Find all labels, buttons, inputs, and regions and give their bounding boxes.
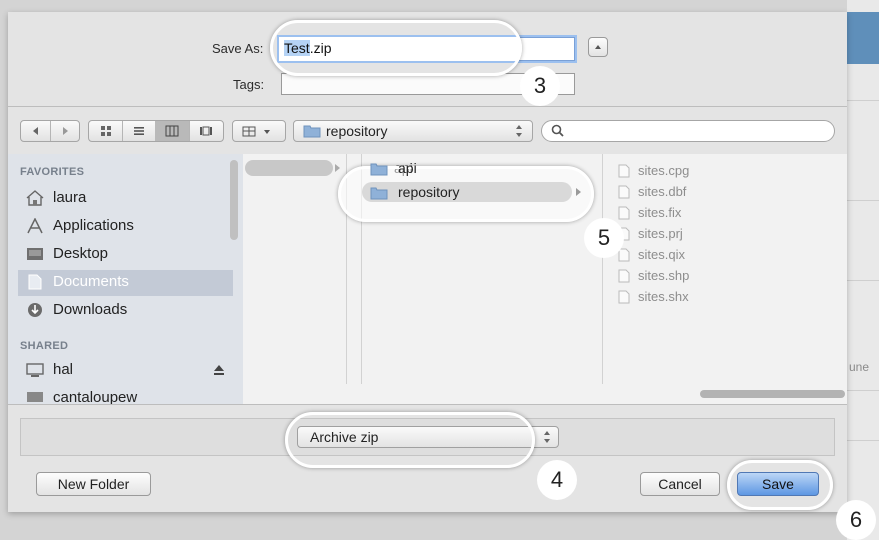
- updown-icon: [516, 125, 522, 137]
- location-popup[interactable]: repository: [293, 120, 533, 142]
- sidebar-item-downloads[interactable]: Downloads: [18, 298, 233, 324]
- folder-label: api: [398, 160, 417, 176]
- location-label: repository: [326, 123, 388, 139]
- file-label: sites.dbf: [638, 184, 687, 199]
- divider: [8, 404, 847, 405]
- file-icon: [618, 206, 630, 220]
- highlight-save: [727, 460, 833, 510]
- column-view-icon: [165, 125, 179, 137]
- chevron-up-icon: [595, 45, 601, 49]
- sidebar-item-applications[interactable]: Applications: [18, 214, 233, 240]
- back-arrow-icon: [32, 127, 38, 135]
- sidebar-item-label: Downloads: [53, 301, 128, 318]
- sidebar-item-laura[interactable]: laura: [18, 186, 233, 212]
- sidebar-item-label: cantaloupew: [53, 389, 138, 404]
- disclosure-arrow-icon: [576, 188, 581, 196]
- collapse-button[interactable]: [588, 37, 608, 57]
- sidebar-item-desktop[interactable]: Desktop: [18, 242, 233, 268]
- coverflow-icon: [200, 126, 212, 136]
- computer-icon: [27, 392, 43, 402]
- divider: [847, 440, 879, 441]
- sidebar-item-label: laura: [53, 189, 87, 206]
- folder-label: repository: [398, 184, 460, 200]
- folder-icon: [303, 125, 321, 138]
- eject-icon[interactable]: [212, 363, 226, 377]
- tags-label: Tags:: [233, 77, 265, 92]
- selected-row: [245, 160, 333, 176]
- updown-icon: [544, 431, 550, 443]
- icon-view-button[interactable]: [89, 121, 123, 141]
- desktop-icon: [27, 248, 43, 260]
- callout-4: 4: [537, 460, 577, 500]
- coverflow-view-button[interactable]: [189, 121, 223, 141]
- file-label: sites.fix: [638, 205, 682, 220]
- new-folder-button[interactable]: New Folder: [36, 472, 151, 496]
- forward-button[interactable]: [50, 121, 79, 141]
- divider: [847, 390, 879, 391]
- callout-3: 3: [520, 66, 560, 106]
- sidebar-scrollbar[interactable]: [230, 160, 238, 240]
- background-text: une: [849, 360, 870, 374]
- divider: [8, 106, 847, 107]
- computer-icon: [26, 363, 44, 377]
- file-icon: [618, 164, 630, 178]
- sidebar-item-label: hal: [53, 361, 74, 378]
- selected-folder-row: [362, 182, 572, 202]
- sidebar-item-label: Applications: [53, 217, 134, 234]
- sidebar-item-label: Desktop: [53, 245, 109, 262]
- background-header: [847, 12, 879, 64]
- forward-arrow-icon: [62, 127, 68, 135]
- divider: [847, 280, 879, 281]
- file-label: sites.shx: [638, 289, 689, 304]
- sidebar-item-hal[interactable]: hal: [18, 358, 233, 384]
- home-icon: [26, 190, 44, 206]
- back-button[interactable]: [21, 121, 51, 141]
- favorites-header: FAVORITES: [20, 166, 85, 178]
- sidebar: FAVORITES laura Applications Desktop Doc…: [8, 154, 243, 404]
- file-icon: [618, 290, 630, 304]
- downloads-icon: [28, 303, 42, 317]
- file-label: sites.cpg: [638, 163, 690, 178]
- file-label: sites.qix: [638, 247, 685, 262]
- background-window: une: [847, 0, 879, 540]
- save-as-text: Test.zip: [279, 37, 519, 61]
- icon-view-icon: [100, 126, 111, 136]
- file-label: sites.prj: [638, 226, 683, 241]
- documents-icon: [28, 274, 42, 290]
- disclosure-arrow-icon: [335, 164, 340, 172]
- sidebar-item-label: Documents: [53, 273, 129, 290]
- file-label: sites.shp: [638, 268, 690, 283]
- back-forward-control: [20, 120, 80, 142]
- callout-5: 5: [584, 218, 624, 258]
- sidebar-item-cantaloupew[interactable]: cantaloupew: [18, 386, 233, 404]
- file-icon: [618, 269, 630, 283]
- divider: [847, 100, 879, 101]
- callout-6: 6: [836, 500, 876, 540]
- horizontal-scrollbar[interactable]: [700, 390, 845, 398]
- shared-header: SHARED: [20, 340, 69, 352]
- save-as-label: Save As:: [212, 41, 264, 56]
- highlight-format: [285, 412, 535, 468]
- search-icon: [551, 124, 564, 137]
- sidebar-item-documents[interactable]: Documents: [18, 270, 233, 296]
- cancel-button[interactable]: Cancel: [640, 472, 720, 496]
- folder-icon: [370, 187, 388, 200]
- view-mode-control: [88, 120, 224, 142]
- applications-icon: [27, 218, 43, 234]
- column-view-button[interactable]: [155, 121, 190, 141]
- arrange-button[interactable]: [232, 120, 286, 142]
- list-view-icon: [133, 127, 144, 135]
- divider: [847, 200, 879, 201]
- column-1: [243, 154, 346, 384]
- file-icon: [618, 185, 630, 199]
- arrange-icon: [242, 126, 270, 137]
- folder-icon: [370, 163, 388, 176]
- search-field[interactable]: [541, 120, 835, 142]
- list-view-button[interactable]: [122, 121, 156, 141]
